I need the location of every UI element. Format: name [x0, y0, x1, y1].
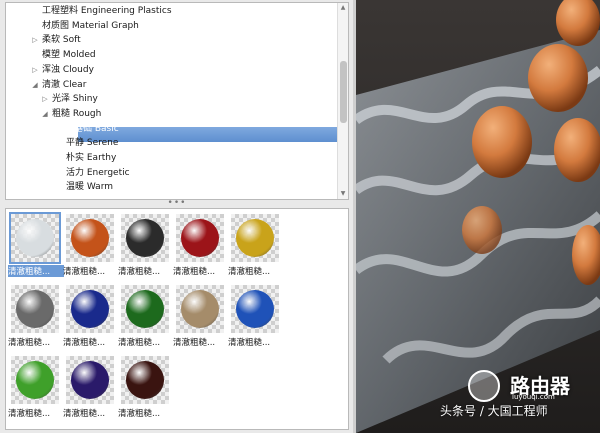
scroll-up-icon[interactable]: ▲ — [338, 3, 348, 13]
swatch-preview — [66, 214, 114, 262]
material-swatch[interactable]: 清澈粗糙... — [8, 282, 62, 348]
scroll-down-icon[interactable]: ▼ — [338, 189, 348, 199]
scrollbar-thumb[interactable] — [340, 61, 347, 123]
material-swatch[interactable]: 清澈粗糙... — [118, 282, 172, 348]
swatch-label: 清澈粗糙... — [173, 338, 216, 348]
material-category-tree[interactable]: 工程塑料 Engineering Plastics 材质图 Material Gr… — [5, 2, 349, 200]
tree-item-label: 平静 Serene — [66, 138, 119, 149]
tree-item[interactable]: 活力 Energetic — [6, 166, 338, 181]
material-sphere-icon — [71, 290, 109, 328]
material-swatch[interactable]: 清澈粗糙... — [63, 282, 117, 348]
material-sphere-icon — [16, 290, 54, 328]
tree-item-label: 柔软 Soft — [42, 35, 81, 46]
swatch-label: 清澈粗糙... — [228, 338, 271, 348]
material-sphere-icon — [16, 361, 54, 399]
material-sphere-icon — [71, 361, 109, 399]
expanded-arrow-icon[interactable]: ◢ — [40, 107, 50, 122]
swatch-preview — [176, 214, 224, 262]
swatch-label: 清澈粗糙... — [8, 409, 51, 419]
swatch-preview — [231, 214, 279, 262]
tree-item[interactable]: 材质图 Material Graph — [6, 19, 338, 34]
tree-item[interactable]: ◢ 清澈 Clear — [6, 78, 338, 93]
tree-item[interactable]: ▷ 浑浊 Cloudy — [6, 63, 338, 78]
swatch-preview — [231, 285, 279, 333]
render-preview — [356, 0, 600, 433]
material-sphere-icon — [126, 219, 164, 257]
tree-item-label: 工程塑料 Engineering Plastics — [42, 6, 172, 16]
tree-item[interactable]: ▷ 光泽 Shiny — [6, 92, 338, 107]
swatch-label: 清澈粗糙... — [118, 267, 161, 277]
material-swatch[interactable]: 清澈粗糙... — [63, 353, 117, 419]
material-library-panel: 工程塑料 Engineering Plastics 材质图 Material Gr… — [0, 0, 355, 433]
material-sphere-icon — [181, 290, 219, 328]
swatch-label: 清澈粗糙... — [8, 338, 51, 348]
collapsed-arrow-icon[interactable]: ▷ — [30, 33, 40, 48]
swatch-label: 清澈粗糙... — [173, 267, 216, 277]
material-swatch[interactable]: 清澈粗糙... — [173, 282, 227, 348]
collapsed-arrow-icon[interactable]: ▷ — [30, 63, 40, 78]
swatch-preview — [66, 356, 114, 404]
tree-item-label: 粗糙 Rough — [52, 108, 102, 119]
material-swatch[interactable]: 清澈粗糙... — [8, 353, 62, 419]
swatch-preview — [9, 212, 61, 264]
swatch-label: 清澈粗糙... — [63, 409, 106, 419]
swatch-preview — [121, 285, 169, 333]
tree-item[interactable]: 模塑 Molded — [6, 48, 338, 63]
swatch-label: 清澈粗糙... — [228, 267, 271, 277]
tree-item[interactable]: ▷ 柔软 Soft — [6, 33, 338, 48]
material-sphere-icon — [71, 219, 109, 257]
swatch-preview — [121, 356, 169, 404]
tree-item-label: 基础 Basic — [74, 123, 119, 134]
tree-item-label: 朴实 Earthy — [66, 153, 117, 163]
swatch-preview — [66, 285, 114, 333]
material-swatch[interactable]: 清澈粗糙... — [228, 282, 282, 348]
tree-item-label: 温暖 Warm — [66, 182, 114, 193]
swatch-preview — [11, 356, 59, 404]
material-browser-window: 工程塑料 Engineering Plastics 材质图 Material Gr… — [0, 0, 600, 433]
tree-item[interactable]: 工程塑料 Engineering Plastics — [6, 4, 338, 19]
watermark-url: luyouqi.com — [512, 393, 555, 401]
swatch-label: 清澈粗糙... — [118, 409, 161, 419]
swatch-label: 清澈粗糙... — [63, 267, 106, 277]
material-sphere-icon — [181, 219, 219, 257]
tree-vertical-scrollbar[interactable]: ▲ ▼ — [337, 3, 348, 199]
swatch-preview — [176, 285, 224, 333]
swatch-label: 清澈粗糙... — [63, 338, 106, 348]
tree-item[interactable]: 朴实 Earthy — [6, 151, 338, 166]
tree-item-label: 活力 Energetic — [66, 167, 130, 178]
expanded-arrow-icon[interactable]: ◢ — [30, 78, 40, 93]
collapsed-arrow-icon[interactable]: ▷ — [40, 92, 50, 107]
material-sphere-icon — [126, 361, 164, 399]
material-swatch[interactable]: 清澈粗糙... — [118, 353, 172, 419]
tree-item-label: 模塑 Molded — [42, 50, 96, 61]
swatch-label: 清澈粗糙... — [8, 265, 64, 277]
watermark-logo-icon — [468, 370, 500, 402]
tree-item[interactable]: 基础 Basic — [6, 122, 338, 137]
swatch-label: 清澈粗糙... — [118, 338, 161, 348]
tree-item-label: 浑浊 Cloudy — [42, 64, 94, 75]
material-sphere-icon — [126, 290, 164, 328]
material-sphere-icon — [16, 219, 54, 257]
tree-item[interactable]: 平静 Serene — [6, 136, 338, 151]
material-sphere-icon — [236, 219, 274, 257]
swatch-preview — [11, 285, 59, 333]
material-swatch[interactable]: 清澈粗糙... — [63, 211, 117, 277]
tree-item-label: 材质图 Material Graph — [42, 20, 139, 31]
material-swatch[interactable]: 清澈粗糙... — [228, 211, 282, 277]
material-swatch[interactable]: 清澈粗糙... — [8, 211, 64, 277]
tree-item-label: 清澈 Clear — [42, 79, 87, 90]
material-swatch[interactable]: 清澈粗糙... — [173, 211, 227, 277]
swatch-preview — [121, 214, 169, 262]
panel-splitter-handle[interactable]: ••• — [5, 199, 349, 208]
tree-item[interactable]: 温暖 Warm — [6, 180, 338, 195]
egg-tray-render-image — [356, 0, 600, 433]
tree-item[interactable]: ◢ 粗糙 Rough — [6, 107, 338, 122]
material-sphere-icon — [236, 290, 274, 328]
watermark-caption: 头条号 / 大国工程师 — [440, 404, 548, 418]
tree-item-label: 光泽 Shiny — [52, 94, 98, 105]
material-swatch-grid[interactable]: 清澈粗糙... 清澈粗糙... 清澈粗糙... 清澈粗糙... 清澈粗糙... 清澈粗糙.… — [5, 208, 349, 430]
material-swatch[interactable]: 清澈粗糙... — [118, 211, 172, 277]
